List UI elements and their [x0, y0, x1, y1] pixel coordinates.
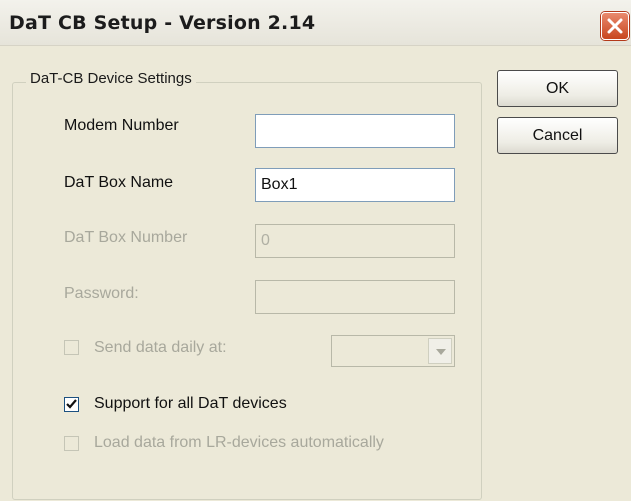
load-lr-checkbox — [64, 436, 79, 451]
chevron-down-icon — [436, 349, 446, 355]
box-number-input: 0 — [255, 224, 455, 258]
load-lr-label: Load data from LR-devices automatically — [94, 434, 384, 451]
close-icon — [607, 18, 623, 34]
support-all-checkbox[interactable] — [64, 397, 79, 412]
send-time-dropdown-button — [428, 338, 452, 364]
send-daily-checkbox — [64, 340, 79, 355]
window-title: DaT CB Setup - Version 2.14 — [9, 12, 316, 34]
password-label: Password: — [64, 285, 139, 302]
modem-number-input[interactable] — [255, 114, 455, 148]
box-number-label: DaT Box Number — [64, 229, 188, 246]
modem-number-label: Modem Number — [64, 117, 179, 134]
group-legend: DaT-CB Device Settings — [26, 70, 196, 87]
setup-dialog: DaT CB Setup - Version 2.14 DaT-CB Devic… — [0, 0, 631, 501]
send-time-select — [331, 335, 455, 367]
password-input — [255, 280, 455, 314]
title-bar[interactable]: DaT CB Setup - Version 2.14 — [0, 0, 631, 46]
close-button[interactable] — [601, 12, 629, 40]
box-name-label: DaT Box Name — [64, 174, 174, 191]
support-all-label[interactable]: Support for all DaT devices — [94, 395, 287, 413]
ok-button[interactable]: OK — [497, 70, 618, 107]
send-daily-label: Send data daily at: — [94, 339, 227, 356]
box-name-input[interactable]: Box1 — [255, 168, 455, 202]
cancel-button[interactable]: Cancel — [497, 117, 618, 154]
checkmark-icon — [66, 399, 77, 409]
